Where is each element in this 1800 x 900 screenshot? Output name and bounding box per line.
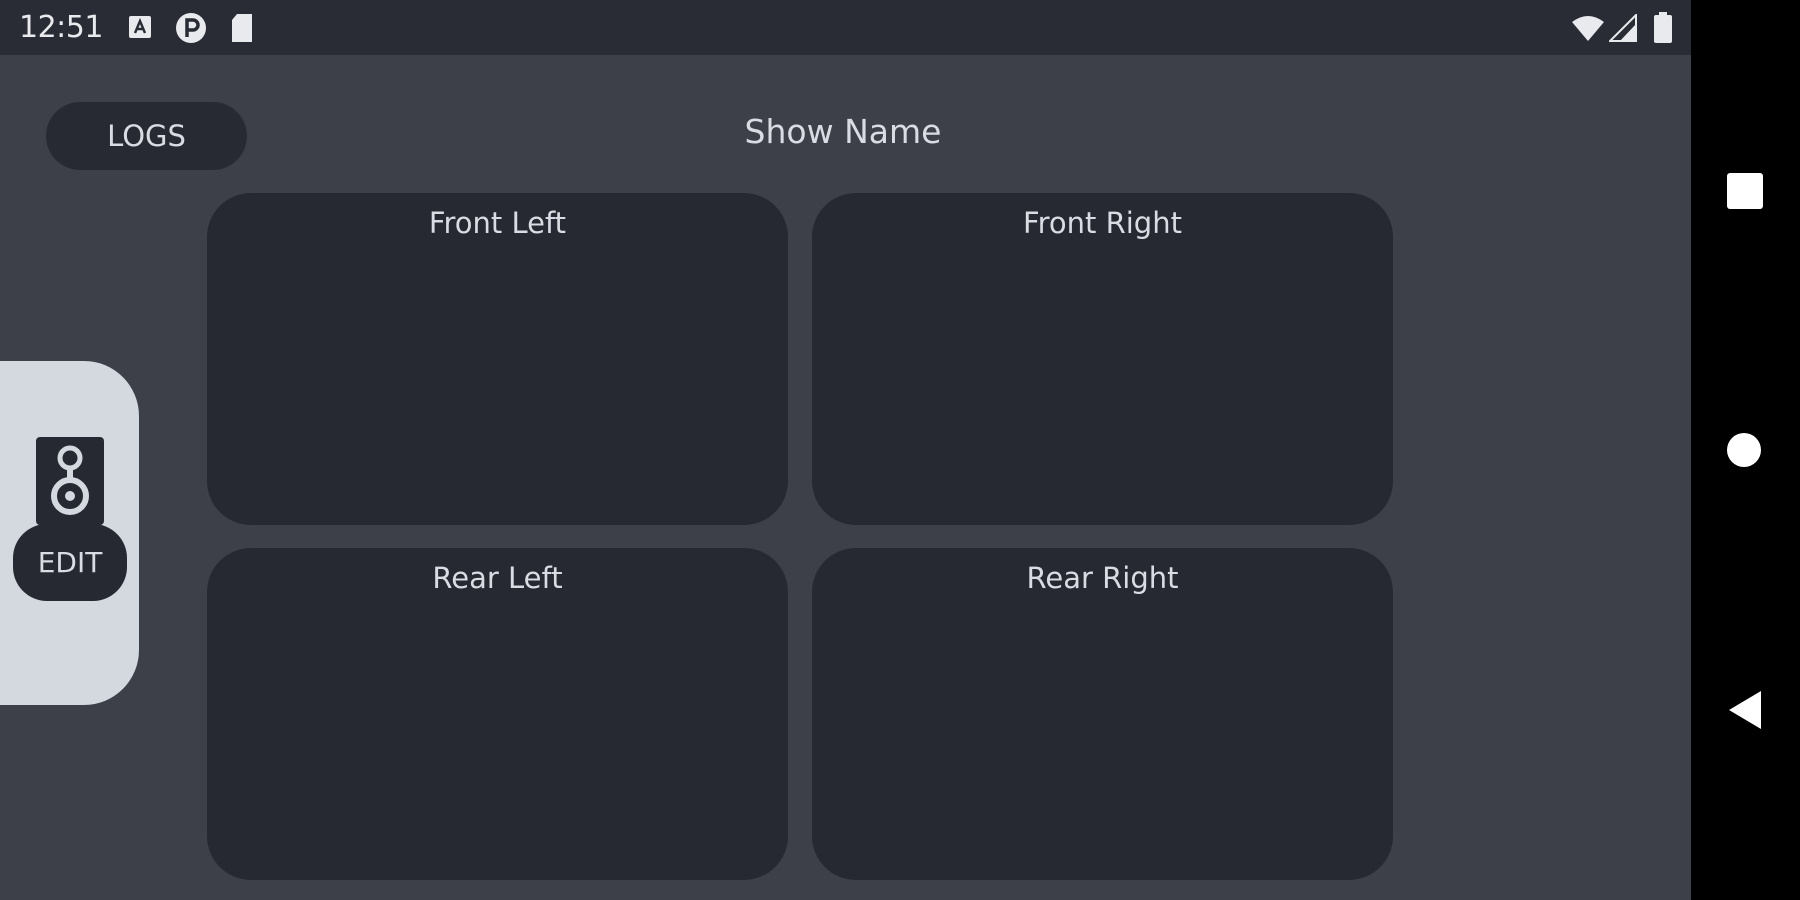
battery-icon <box>1653 12 1673 48</box>
status-time: 12:51 <box>19 10 103 45</box>
status-bar: 12:51 <box>0 0 1691 55</box>
navigation-bar <box>1691 0 1800 900</box>
back-icon[interactable] <box>1727 690 1763 734</box>
panel-title: Rear Right <box>1026 561 1179 595</box>
panel-title: Front Left <box>428 206 567 240</box>
text-notification-icon <box>128 15 152 43</box>
home-icon[interactable] <box>1726 432 1762 472</box>
main-content: LOGS Show Name Front Left Front Right Re… <box>0 55 1691 900</box>
pinterest-icon <box>174 12 208 48</box>
cell-signal-icon <box>1607 12 1637 46</box>
panel-title: Front Right <box>1023 206 1182 240</box>
panel-title: Rear Left <box>432 561 563 595</box>
show-name-title: Show Name <box>744 112 942 151</box>
panel-front-right[interactable]: Front Right <box>812 193 1393 525</box>
panel-rear-right[interactable]: Rear Right <box>812 548 1393 880</box>
side-panel: EDIT <box>0 361 139 705</box>
app-screen: 12:51 LOGS Show Name Front Left Front Ri… <box>0 0 1691 900</box>
wifi-icon <box>1571 14 1605 46</box>
panel-front-left[interactable]: Front Left <box>207 193 788 525</box>
recents-icon[interactable] <box>1727 173 1763 213</box>
edit-button[interactable]: EDIT <box>13 524 127 601</box>
panel-rear-left[interactable]: Rear Left <box>207 548 788 880</box>
speaker-icon[interactable] <box>35 436 105 530</box>
sd-card-icon <box>230 13 254 47</box>
logs-button[interactable]: LOGS <box>46 102 247 170</box>
